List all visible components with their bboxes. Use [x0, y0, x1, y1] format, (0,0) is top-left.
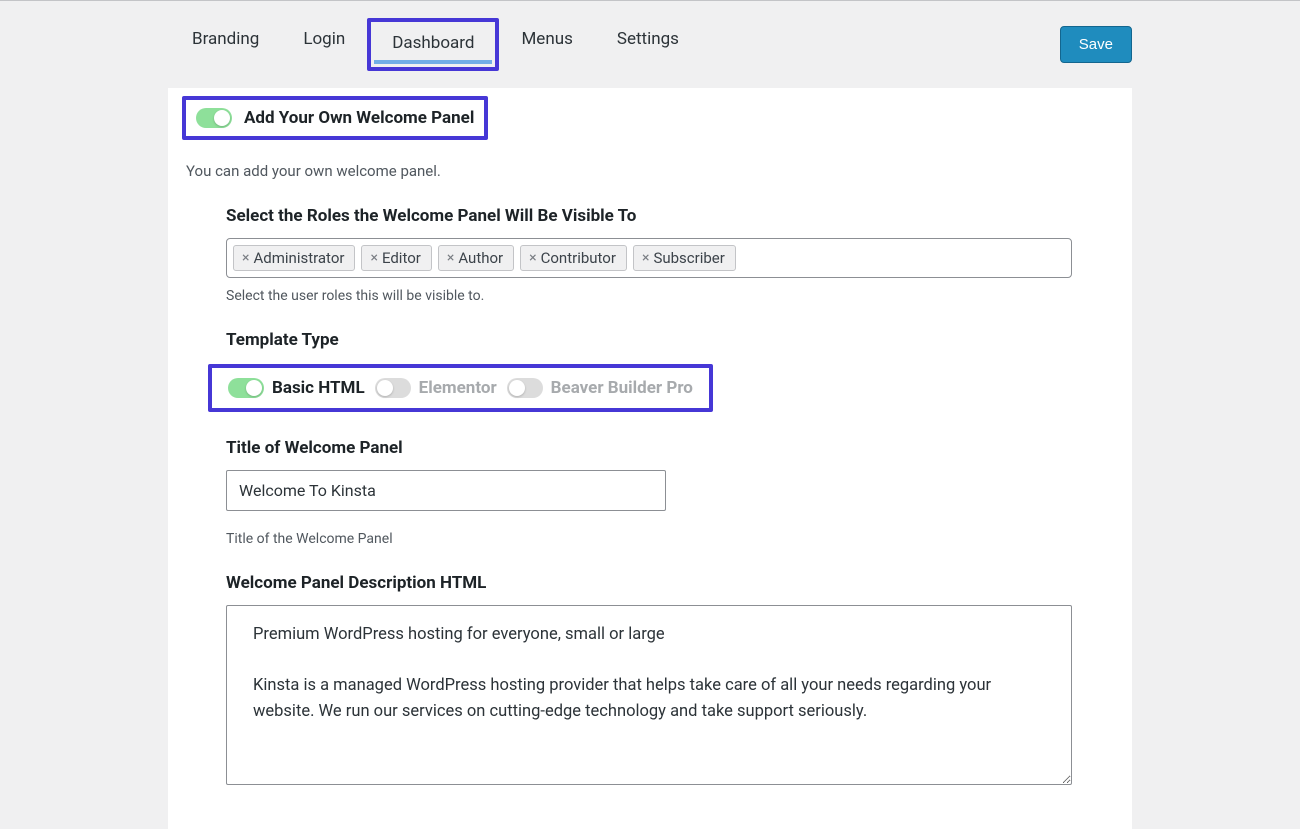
welcome-description-textarea[interactable]	[226, 605, 1072, 785]
tab-branding[interactable]: Branding	[170, 18, 281, 71]
welcome-panel-toggle-row: Add Your Own Welcome Panel	[182, 96, 488, 140]
template-title: Template Type	[226, 330, 1072, 350]
save-button[interactable]: Save	[1060, 26, 1132, 63]
close-icon[interactable]: ×	[370, 250, 377, 266]
tab-menus[interactable]: Menus	[499, 18, 594, 71]
role-tag: ×Author	[438, 245, 514, 271]
close-icon[interactable]: ×	[242, 250, 249, 266]
desc-field-label: Welcome Panel Description HTML	[226, 573, 1072, 593]
title-section: Title of Welcome Panel Title of the Welc…	[226, 438, 1132, 547]
title-field-label: Title of Welcome Panel	[226, 438, 1072, 458]
welcome-title-input[interactable]	[226, 470, 666, 511]
intro-hint: You can add your own welcome panel.	[186, 162, 1132, 180]
role-tag: ×Administrator	[233, 245, 355, 271]
template-basic-toggle[interactable]	[228, 378, 264, 398]
roles-hint: Select the user roles this will be visib…	[226, 288, 1072, 304]
description-section: Welcome Panel Description HTML	[226, 573, 1132, 789]
top-bar: Branding Login Dashboard Menus Settings …	[0, 0, 1300, 88]
role-tag: ×Editor	[361, 245, 431, 271]
role-tag: ×Subscriber	[633, 245, 736, 271]
tab-list: Branding Login Dashboard Menus Settings	[170, 18, 701, 71]
template-elementor-toggle[interactable]	[375, 378, 411, 398]
roles-title: Select the Roles the Welcome Panel Will …	[226, 206, 1072, 226]
settings-panel: Add Your Own Welcome Panel You can add y…	[168, 88, 1132, 829]
roles-tag-input[interactable]: ×Administrator ×Editor ×Author ×Contribu…	[226, 238, 1072, 278]
template-section: Template Type	[226, 330, 1132, 350]
close-icon[interactable]: ×	[529, 250, 536, 266]
template-beaver-label: Beaver Builder Pro	[551, 378, 693, 398]
role-tag: ×Contributor	[520, 245, 627, 271]
template-basic-label: Basic HTML	[272, 378, 365, 398]
template-elementor-label: Elementor	[419, 378, 497, 398]
welcome-panel-toggle[interactable]	[196, 108, 232, 128]
tab-settings[interactable]: Settings	[595, 18, 701, 71]
welcome-panel-toggle-label: Add Your Own Welcome Panel	[244, 108, 474, 128]
tab-login[interactable]: Login	[281, 18, 367, 71]
title-field-hint: Title of the Welcome Panel	[226, 531, 1072, 547]
template-type-row: Basic HTML Elementor Beaver Builder Pro	[208, 364, 713, 412]
roles-section: Select the Roles the Welcome Panel Will …	[226, 206, 1132, 304]
close-icon[interactable]: ×	[447, 250, 454, 266]
tab-dashboard[interactable]: Dashboard	[367, 18, 499, 71]
template-beaver-toggle[interactable]	[507, 378, 543, 398]
close-icon[interactable]: ×	[642, 250, 649, 266]
